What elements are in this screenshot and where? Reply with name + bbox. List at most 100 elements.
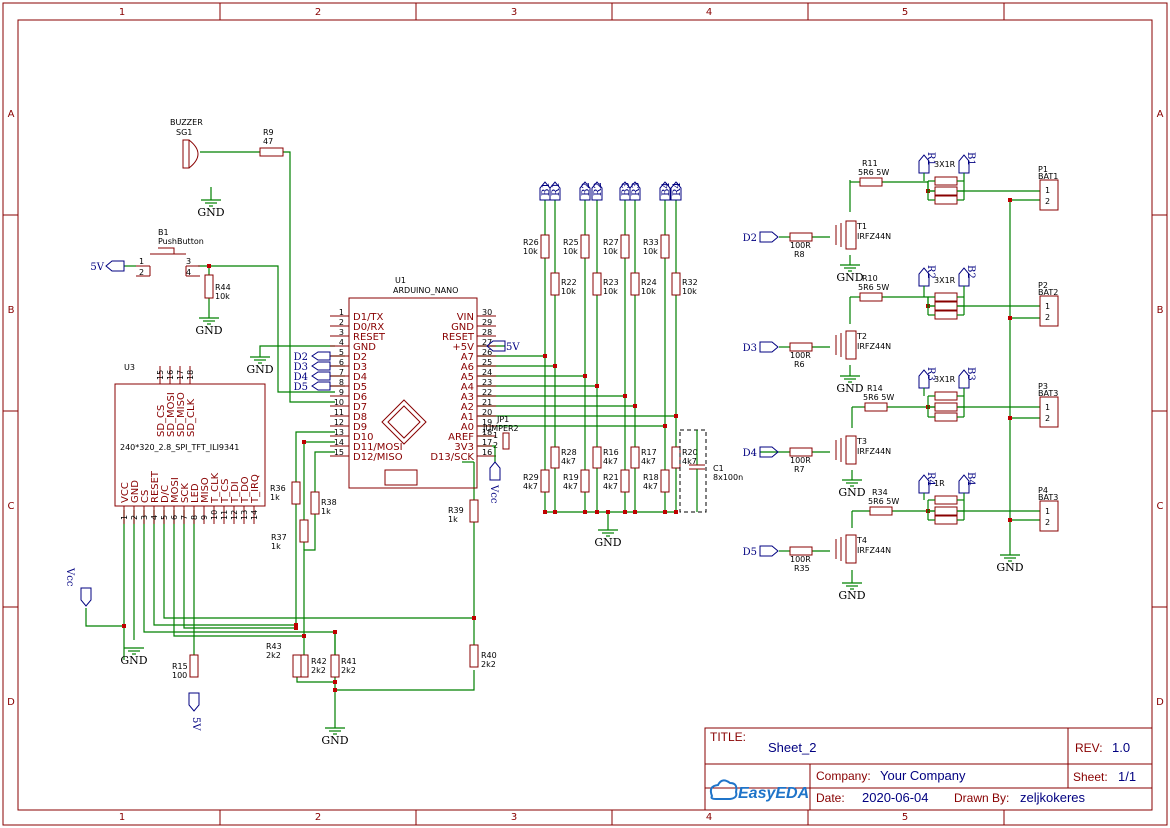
svg-text:4: 4	[150, 515, 159, 520]
power-channel-3: D4100RR7T3IRFZ44NR145R6 5W3X1RR3 B3P3BAT3…	[743, 367, 1059, 474]
resistor-ref: R17	[641, 448, 657, 457]
svg-text:22: 22	[482, 388, 492, 397]
svg-text:100R: 100R	[790, 241, 811, 250]
resistor-ref: R29	[523, 473, 539, 482]
drawn-by-label: Drawn By:	[954, 791, 1009, 805]
svg-text:1: 1	[139, 257, 144, 266]
svg-text:Vcc: Vcc	[64, 567, 75, 587]
resistor-value: 1k	[270, 493, 280, 502]
resistor-r36: R361k	[270, 481, 301, 505]
junction-dot	[1008, 198, 1012, 202]
junction-dot	[663, 510, 667, 514]
gnd-t1: GND	[836, 264, 864, 284]
gnd-t2: GND	[836, 375, 864, 395]
svg-text:BAT1: BAT1	[1038, 172, 1058, 181]
resistor-ref: R33	[643, 238, 659, 247]
resistor-ref: R44	[215, 283, 231, 292]
arduino-nano-u1: U1ARDUINO_NANO1 D1/TX2 D0/RX3 RESET4 GND5 D26…	[330, 276, 496, 489]
gnd-label: GND	[120, 654, 147, 667]
svg-text:B2: B2	[581, 182, 592, 196]
gnd-buzzer: GND	[197, 199, 225, 219]
svg-text:BAT2: BAT2	[1038, 288, 1058, 297]
u1-name: ARDUINO_NANO	[393, 286, 458, 295]
svg-text:2: 2	[1045, 197, 1050, 206]
svg-text:R4: R4	[672, 182, 683, 196]
junction-dot	[595, 384, 599, 388]
svg-text:30: 30	[482, 308, 492, 317]
gnd-label: GND	[838, 589, 865, 602]
company-label: Company:	[816, 769, 871, 783]
svg-text:9: 9	[339, 388, 344, 397]
resistor-ref: R19	[563, 473, 579, 482]
gnd-label: GND	[195, 324, 222, 337]
frame-row-label: C	[1157, 501, 1164, 512]
resistor-value: 10k	[603, 247, 618, 256]
net-port-divider: B2	[579, 181, 592, 201]
junction-dot	[1008, 316, 1012, 320]
junction-dot	[333, 680, 337, 684]
gnd-label: GND	[246, 363, 273, 376]
svg-text:6: 6	[339, 358, 344, 367]
svg-text:17: 17	[482, 438, 492, 447]
svg-text:SG1: SG1	[176, 128, 192, 137]
junction-dot	[623, 510, 627, 514]
nano-pin-d12-miso: D12/MISO	[353, 452, 403, 463]
date-value: 2020-06-04	[862, 790, 929, 805]
frame-row-label: B	[8, 305, 15, 316]
resistor-ref: R40	[481, 651, 497, 660]
junction-dot	[302, 440, 306, 444]
svg-text:13: 13	[334, 428, 344, 437]
svg-text:IRFZ44N: IRFZ44N	[857, 546, 891, 555]
resistor-value: 10k	[563, 247, 578, 256]
resistor-r23: R2310k	[592, 272, 619, 296]
frame-row-label: D	[7, 697, 15, 708]
svg-text:1: 1	[493, 431, 498, 440]
svg-text:IRFZ44N: IRFZ44N	[857, 447, 891, 456]
svg-text:8: 8	[190, 515, 199, 520]
svg-text:B1: B1	[965, 152, 976, 166]
svg-text:25: 25	[482, 358, 492, 367]
resistor-r16: R164k7	[592, 446, 619, 469]
resistor-r38: R381k	[310, 491, 337, 516]
svg-text:3X1R: 3X1R	[934, 276, 956, 285]
frame-row-label: D	[1156, 697, 1164, 708]
junction-dot	[633, 404, 637, 408]
junction-dot	[302, 634, 306, 638]
resistor-value: 10k	[603, 287, 618, 296]
svg-text:B1: B1	[158, 228, 169, 237]
svg-text:3: 3	[140, 515, 149, 520]
buzzer-sg1: BUZZER SG1	[170, 118, 260, 200]
resistor-value: 2k2	[266, 651, 281, 660]
port-5v-r15	[188, 692, 200, 712]
resistor-r42: R422k2	[299, 654, 327, 678]
junction-dot	[543, 354, 547, 358]
resistor-ref: R16	[603, 448, 619, 457]
junction-dot	[207, 264, 211, 268]
resistor-ref: R37	[271, 533, 287, 542]
svg-text:R1: R1	[551, 182, 562, 196]
svg-text:R14: R14	[867, 384, 883, 393]
junction-dot	[623, 394, 627, 398]
svg-text:1: 1	[1045, 403, 1050, 412]
junction-dot	[1008, 416, 1012, 420]
resistor-r32: R3210k	[671, 272, 698, 296]
svg-text:6: 6	[170, 515, 179, 520]
drawn-by-value: zeljkokeres	[1020, 790, 1086, 805]
gnd-divider: GND	[594, 529, 622, 549]
svg-text:D3: D3	[743, 343, 757, 354]
frame-col-label: 1	[119, 812, 125, 823]
svg-text:5R6 5W: 5R6 5W	[863, 393, 894, 402]
svg-text:5: 5	[339, 348, 344, 357]
junction-dot	[674, 414, 678, 418]
gnd-level-shifter: GND	[321, 727, 349, 747]
svg-text:20: 20	[482, 408, 492, 417]
gnd-batteries: GND	[996, 554, 1024, 574]
svg-text:3: 3	[186, 257, 191, 266]
resistor-value: 10k	[641, 287, 656, 296]
svg-text:1: 1	[120, 515, 129, 520]
svg-text:BAT3: BAT3	[1038, 493, 1058, 502]
net-5v-label: 5V	[506, 342, 520, 353]
junction-dot	[553, 510, 557, 514]
resistor-r22: R2210k	[550, 272, 577, 296]
svg-text:1: 1	[339, 308, 344, 317]
